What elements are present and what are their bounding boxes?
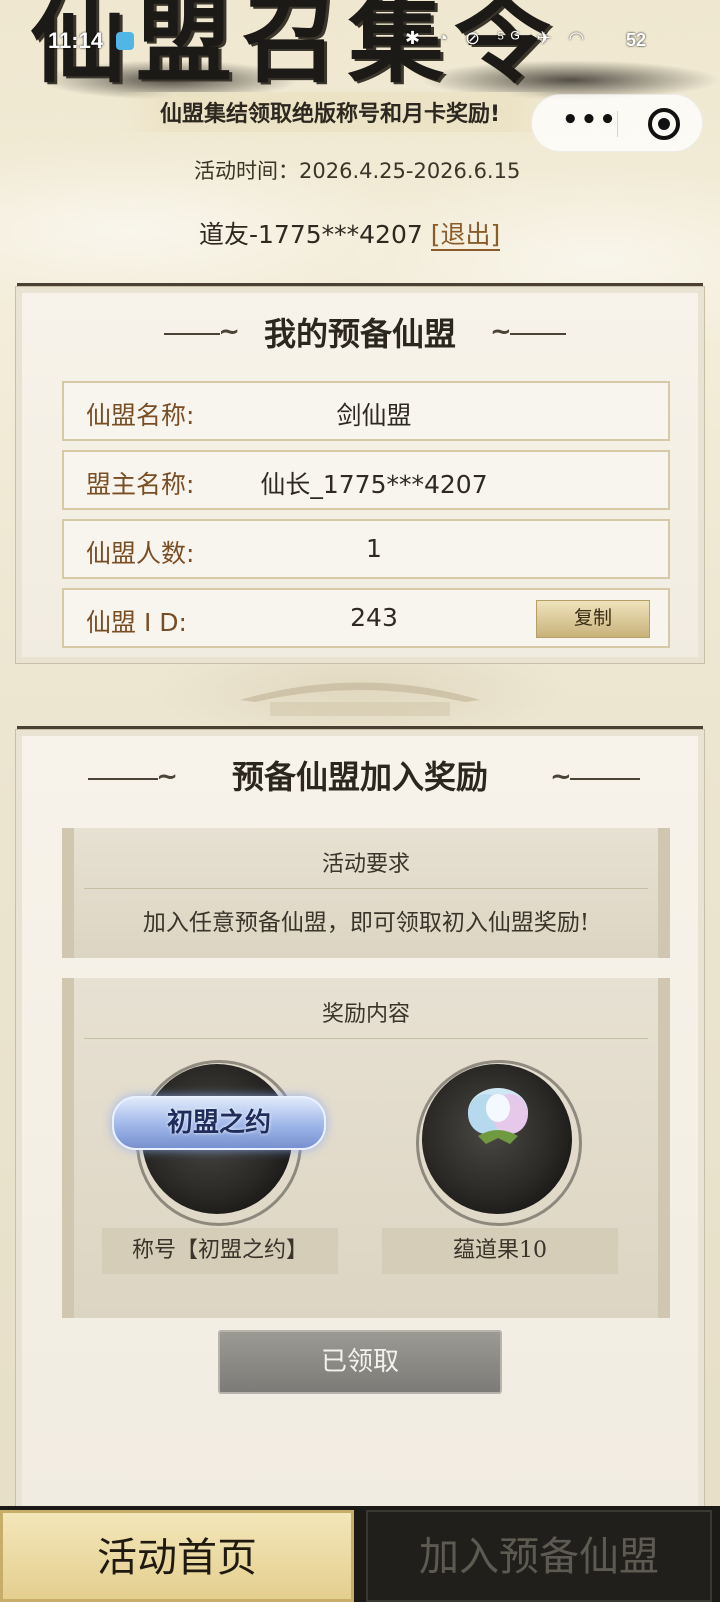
reward-divider	[84, 1038, 648, 1039]
claimed-button[interactable]: 已领取	[218, 1330, 502, 1394]
status-icons: ✱ ◔ ⊘ ⁵ᴳ ✈ ◠	[405, 28, 591, 48]
copy-id-button[interactable]: 复制	[536, 600, 650, 638]
member-count-label: 仙盟人数:	[86, 539, 195, 568]
my-alliance-title: 我的预备仙盟	[263, 315, 456, 353]
requirement-divider	[84, 888, 648, 889]
title-ornament-right	[550, 762, 640, 792]
alliance-id-value: 243	[350, 603, 398, 632]
user-name: 道友-1775***4207	[199, 220, 423, 249]
tab-home[interactable]: 活动首页	[0, 1510, 354, 1602]
my-alliance-panel: 我的预备仙盟 仙盟名称: 剑仙盟 盟主名称: 仙长_1775***4207 仙盟…	[16, 287, 704, 663]
leader-name-label: 盟主名称:	[86, 470, 195, 499]
leader-name-value: 仙长_1775***4207	[260, 470, 488, 499]
app-notification-icon	[116, 32, 134, 50]
alliance-id-row: 仙盟 I D: 243 复制	[62, 588, 670, 648]
join-reward-title: 预备仙盟加入奖励	[231, 758, 488, 796]
requirement-heading: 活动要求	[321, 852, 410, 877]
miniprogram-capsule: •••	[531, 94, 703, 152]
status-time: 11:14	[48, 28, 104, 53]
leader-name-row: 盟主名称: 仙长_1775***4207	[62, 450, 670, 510]
status-bar: 11:14 ✱ ◔ ⊘ ⁵ᴳ ✈ ◠ 52	[0, 24, 720, 60]
bottom-nav: 活动首页 加入预备仙盟	[0, 1506, 720, 1602]
alliance-name-row: 仙盟名称: 剑仙盟	[62, 381, 670, 441]
reward-heading: 奖励内容	[321, 1002, 410, 1027]
title-badge-icon: 初盟之约	[112, 1096, 326, 1150]
pavilion-decoration	[240, 682, 480, 716]
activity-time: 活动时间：2026.4.25-2026.6.15	[194, 159, 521, 183]
capsule-divider	[617, 111, 618, 137]
member-count-value: 1	[366, 534, 382, 563]
requirement-scroll: 活动要求 加入任意预备仙盟，即可领取初入仙盟奖励!	[62, 828, 670, 958]
battery-level: 52	[626, 30, 647, 50]
alliance-name-label: 仙盟名称:	[86, 401, 195, 430]
event-subtitle: 仙盟集结领取绝版称号和月卡奖励!	[160, 102, 501, 127]
alliance-name-value: 剑仙盟	[336, 401, 412, 430]
alliance-id-label: 仙盟 I D:	[86, 608, 187, 637]
more-menu-icon[interactable]: •••	[562, 105, 618, 135]
user-info: 道友-1775***4207 [退出]	[199, 215, 501, 251]
close-miniprogram-icon[interactable]	[648, 108, 680, 140]
fruit-reward-label: 蕴道果10	[382, 1228, 618, 1274]
tab-join-alliance[interactable]: 加入预备仙盟	[366, 1510, 712, 1602]
title-reward-label: 称号【初盟之约】	[102, 1228, 338, 1274]
requirement-text: 加入任意预备仙盟，即可领取初入仙盟奖励!	[142, 910, 590, 936]
logout-link[interactable]: [退出]	[430, 220, 501, 251]
title-ornament-right	[490, 317, 566, 347]
spirit-fruit-icon	[468, 1088, 528, 1144]
member-count-row: 仙盟人数: 1	[62, 519, 670, 579]
